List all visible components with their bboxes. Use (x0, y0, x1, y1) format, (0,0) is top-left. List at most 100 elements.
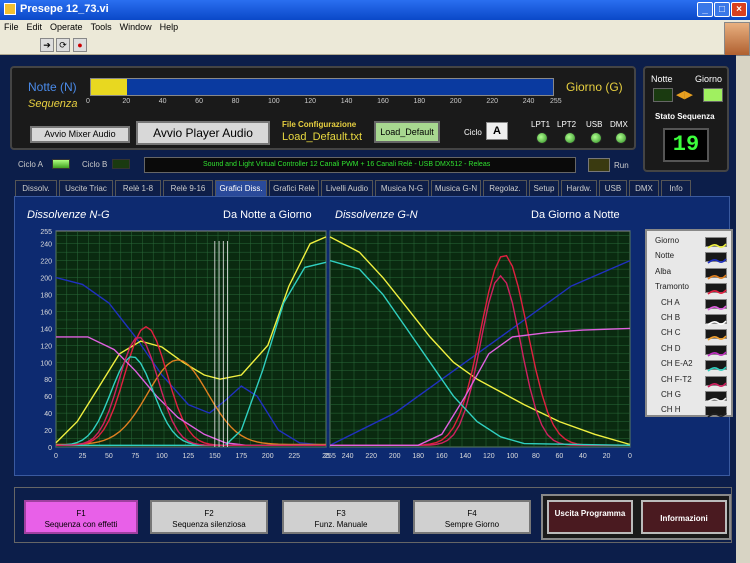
tab-uscite-triac[interactable]: Uscite Triac (59, 180, 113, 196)
tab-musica-g-n[interactable]: Musica G-N (431, 180, 481, 196)
f2-button[interactable]: F2 Sequenza silenziosa (150, 500, 268, 534)
load-default-button[interactable]: Load_Default (374, 121, 440, 143)
run-arrow-icon[interactable]: ➔ (40, 38, 54, 52)
x-tick-label: 60 (556, 453, 564, 460)
y-tick-label: 60 (44, 394, 52, 401)
legend-item: Alba (655, 266, 731, 280)
minimize-button[interactable]: _ (697, 2, 713, 17)
vertical-scrollbar[interactable] (736, 56, 750, 563)
slider-fill (91, 79, 128, 95)
ciclo-label: Ciclo (464, 128, 482, 137)
notte-indicator (653, 88, 673, 102)
run-continuous-icon[interactable]: ⟳ (56, 38, 70, 52)
legend-item: CH G (655, 389, 731, 403)
y-tick-label: 200 (40, 276, 52, 283)
port-dmx-label: DMX (610, 120, 628, 129)
menu-window[interactable]: Window (120, 22, 152, 32)
tab-dmx[interactable]: DMX (629, 180, 659, 196)
legend-swatch (705, 344, 727, 357)
sequenza-label: Sequenza (28, 98, 78, 110)
x-tick-label: 225 (288, 453, 300, 460)
legend-item: CH C (655, 327, 731, 342)
f4-label: Sempre Giorno (444, 520, 500, 529)
tab-usb[interactable]: USB (599, 180, 627, 196)
legend-label: CH F-T2 (661, 374, 692, 384)
slider-tick-label: 255 (550, 98, 562, 105)
ciclo-a-led (52, 159, 70, 169)
menu-tools[interactable]: Tools (91, 22, 112, 32)
tab-regolaz-[interactable]: Regolaz. (483, 180, 527, 196)
slider-tick-label: 20 (122, 98, 131, 105)
avvio-player-button[interactable]: Avvio Player Audio (136, 121, 270, 145)
legend-label: Giorno (655, 236, 680, 245)
y-tick-label: 255 (40, 229, 52, 236)
sequence-slider[interactable] (90, 78, 554, 96)
tab-musica-n-g[interactable]: Musica N-G (375, 180, 429, 196)
tab-setup[interactable]: Setup (529, 180, 559, 196)
legend-label: CH E-A2 (661, 359, 693, 369)
ciclo-value[interactable]: A (486, 122, 508, 140)
giorno-small-label: Giorno (695, 74, 723, 84)
slider-tick-label: 120 (304, 98, 317, 105)
tab-livelli-audio[interactable]: Livelli Audio (321, 180, 373, 196)
legend: Giorno Notte Alba Tramonto CH A CH B CH C CH D C… (645, 229, 733, 419)
tab-rel-1-8[interactable]: Relè 1-8 (115, 180, 161, 196)
f3-button[interactable]: F3 Funz. Manuale (282, 500, 400, 534)
tab-grafici-diss-[interactable]: Grafici Diss. (215, 180, 267, 196)
ciclo-b-led (112, 159, 130, 169)
avvio-mixer-button[interactable]: Avvio Mixer Audio (30, 126, 130, 143)
y-tick-label: 160 (40, 309, 52, 316)
slider-ticks: 0 20 40 60 80 100 120 140 160 180 200 220 240 255 (86, 98, 562, 110)
menu-operate[interactable]: Operate (50, 22, 83, 32)
maximize-button[interactable]: □ (714, 2, 730, 17)
stato-sequenza-label: Stato Sequenza (655, 112, 715, 121)
y-tick-label: 220 (40, 259, 52, 266)
ciclo-a-label: Ciclo A (18, 160, 43, 169)
usb-led (590, 132, 602, 144)
legend-item: CH D (655, 343, 731, 357)
legend-item: CH E-A2 (655, 358, 731, 372)
tab-rel-9-16[interactable]: Relè 9-16 (163, 180, 213, 196)
file-config-value: Load_Default.txt (282, 131, 363, 143)
tab-dissolv-[interactable]: Dissolv. (15, 180, 57, 196)
giorno-indicator (703, 88, 723, 102)
stato-sequenza-value: 19 (663, 128, 709, 162)
dmx-led (615, 132, 627, 144)
menu-edit[interactable]: Edit (27, 22, 43, 32)
f2-label: Sequenza silenziosa (172, 520, 246, 529)
x-tick-label: 40 (579, 453, 587, 460)
x-tick-label: 25 (79, 453, 87, 460)
direction-arrows-icon: ◀▶ (676, 89, 693, 101)
port-lpt2-label: LPT2 (557, 120, 577, 129)
sequence-control-box: Notte (N) Sequenza 0 20 40 60 80 100 120 140 160… (10, 66, 636, 150)
legend-item: Giorno (655, 235, 731, 249)
legend-swatch (705, 314, 727, 326)
x-tick-label: 200 (389, 453, 401, 460)
y-tick-label: 100 (40, 360, 52, 367)
tab-grafici-rel-[interactable]: Grafici Relè (269, 180, 319, 196)
slider-tick-label: 240 (522, 98, 535, 105)
tab-hardw-[interactable]: Hardw. (561, 180, 597, 196)
x-tick-label: 75 (132, 453, 140, 460)
x-tick-label: 20 (603, 453, 611, 460)
informazioni-button[interactable]: Informazioni (641, 500, 727, 534)
legend-item: CH A (655, 297, 731, 311)
f3-key: F3 (336, 509, 346, 518)
f4-button[interactable]: F4 Sempre Giorno (413, 500, 531, 534)
menu-help[interactable]: Help (160, 22, 179, 32)
legend-label: CH D (661, 343, 681, 353)
legend-swatch (705, 267, 727, 280)
graphs-svg: 0204060801001201401601802002202402550 25 5… (40, 229, 632, 460)
menu-file[interactable]: File (4, 22, 19, 32)
tab-info[interactable]: Info (661, 180, 691, 196)
y-tick-label: 120 (40, 343, 52, 350)
close-button[interactable]: × (731, 2, 747, 17)
f1-key: F1 (76, 509, 86, 518)
uscita-programma-button[interactable]: Uscita Programma (547, 500, 633, 534)
slider-tick-label: 0 (86, 98, 90, 105)
lpt1-led (536, 132, 548, 144)
legend-swatch (705, 406, 727, 419)
f1-button[interactable]: F1 Sequenza con effetti (24, 500, 138, 534)
x-tick-label: 140 (459, 453, 471, 460)
abort-icon[interactable]: ● (73, 38, 87, 52)
